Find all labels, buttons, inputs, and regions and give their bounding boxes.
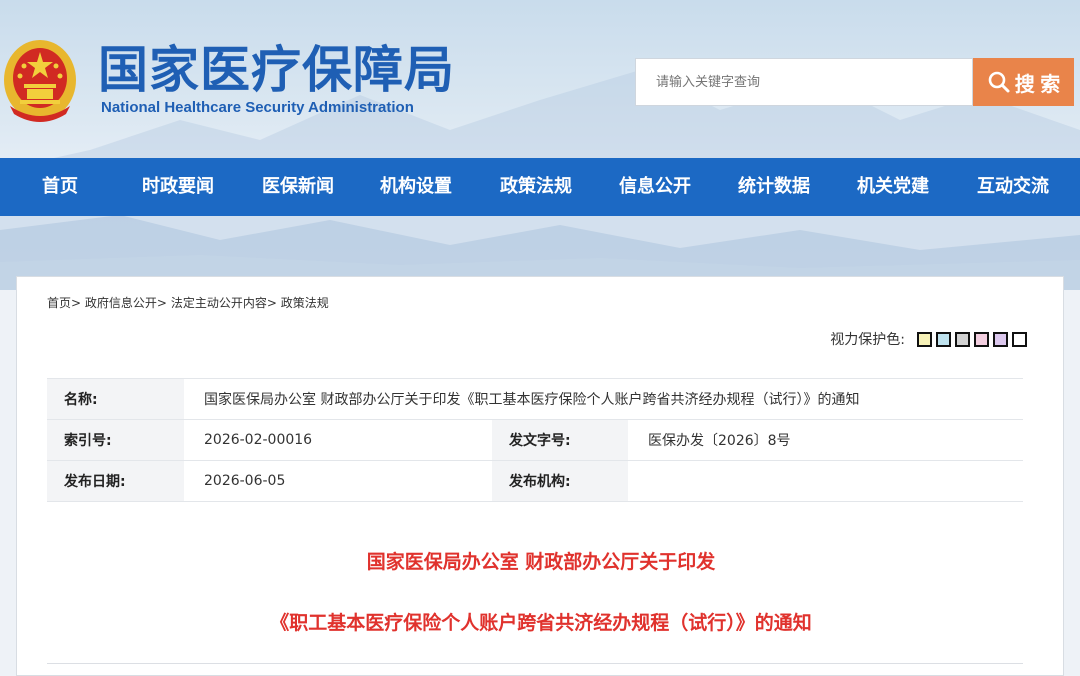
swatch-purple[interactable]: [993, 331, 1008, 347]
meta-index-value: 2026-02-00016: [184, 419, 492, 461]
main-nav: 首页 时政要闻 医保新闻 机构设置 政策法规 信息公开 统计数据 机关党建 互动…: [0, 158, 1080, 216]
nav-item-home[interactable]: 首页: [42, 158, 78, 216]
meta-name-value: 国家医保局办公室 财政部办公厅关于印发《职工基本医疗保险个人账户跨省共济经办规程…: [184, 378, 1023, 420]
breadcrumb-policies[interactable]: 政策法规: [281, 296, 329, 310]
meta-date-label: 发布日期:: [47, 460, 184, 502]
site-logo[interactable]: 国家医疗保障局 National Healthcare Security Adm…: [0, 36, 480, 126]
national-emblem-icon: [4, 40, 76, 122]
meta-org-value: [628, 460, 1023, 502]
header-banner: 国家医疗保障局 National Healthcare Security Adm…: [0, 0, 1080, 290]
meta-org-label: 发布机构:: [492, 460, 628, 502]
meta-date-value: 2026-06-05: [184, 460, 492, 502]
meta-docno-value: 医保办发〔2026〕8号: [628, 419, 1023, 461]
table-row: 发布日期: 2026-06-05 发布机构:: [47, 460, 1023, 502]
nav-item-healthcare-news[interactable]: 医保新闻: [262, 158, 334, 216]
search-button[interactable]: 搜 索: [973, 58, 1074, 106]
breadcrumb: 首页> 政府信息公开> 法定主动公开内容> 政策法规: [47, 294, 329, 311]
breadcrumb-separator: >: [156, 296, 167, 310]
title-divider: [47, 663, 1023, 664]
meta-name-label: 名称:: [47, 378, 184, 420]
breadcrumb-separator: >: [71, 296, 82, 310]
document-title-line1: 国家医保局办公室 财政部办公厅关于印发: [366, 551, 716, 573]
nav-item-policies[interactable]: 政策法规: [500, 158, 572, 216]
nav-item-statistics[interactable]: 统计数据: [738, 158, 810, 216]
nav-item-disclosure[interactable]: 信息公开: [619, 158, 691, 216]
meta-index-label: 索引号:: [47, 419, 184, 461]
swatch-gray[interactable]: [955, 331, 970, 347]
swatch-yellow[interactable]: [917, 331, 932, 347]
search-button-label: 搜 索: [1014, 73, 1061, 96]
table-row: 索引号: 2026-02-00016 发文字号: 医保办发〔2026〕8号: [47, 419, 1023, 461]
eye-care-color-picker: 视力保护色:: [830, 329, 1027, 349]
content-panel: 首页> 政府信息公开> 法定主动公开内容> 政策法规 视力保护色: 名称: 国家…: [16, 276, 1064, 676]
search-icon: [988, 71, 1010, 93]
nav-item-interaction[interactable]: 互动交流: [977, 158, 1049, 216]
breadcrumb-separator: >: [266, 296, 277, 310]
breadcrumb-home[interactable]: 首页: [47, 296, 71, 310]
table-row: 名称: 国家医保局办公室 财政部办公厅关于印发《职工基本医疗保险个人账户跨省共济…: [47, 378, 1023, 420]
breadcrumb-statutory[interactable]: 法定主动公开内容: [171, 296, 267, 310]
nav-item-political-news[interactable]: 时政要闻: [142, 158, 214, 216]
site-title-en: National Healthcare Security Administrat…: [101, 99, 414, 116]
document-title-line2: 《职工基本医疗保险个人账户跨省共济经办规程（试行）》的通知: [270, 612, 812, 634]
swatch-blue[interactable]: [936, 331, 951, 347]
search-input[interactable]: [635, 58, 973, 106]
site-title: 国家医疗保障局: [98, 40, 455, 99]
nav-item-party-building[interactable]: 机关党建: [857, 158, 929, 216]
eye-care-label: 视力保护色:: [830, 332, 905, 348]
breadcrumb-gov-info[interactable]: 政府信息公开: [85, 296, 157, 310]
nav-item-organization[interactable]: 机构设置: [380, 158, 452, 216]
swatch-pink[interactable]: [974, 331, 989, 347]
meta-docno-label: 发文字号:: [492, 419, 628, 461]
swatch-white[interactable]: [1012, 331, 1027, 347]
document-meta-table: 名称: 国家医保局办公室 财政部办公厅关于印发《职工基本医疗保险个人账户跨省共济…: [47, 378, 1023, 502]
